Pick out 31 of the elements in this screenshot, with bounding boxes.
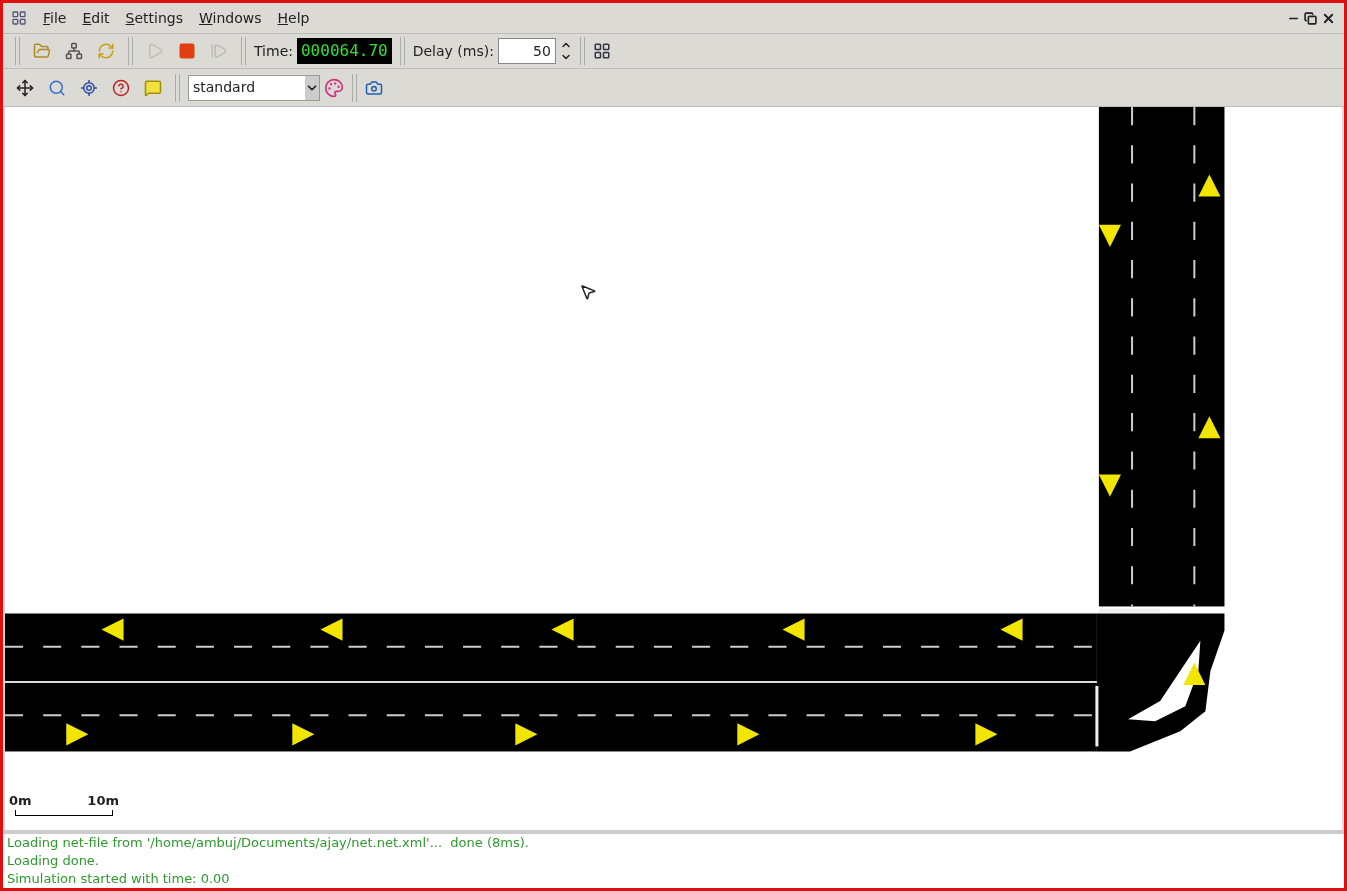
mouse-pointer-icon <box>579 283 597 301</box>
menu-item[interactable]: Windows <box>199 7 262 29</box>
log-line: Simulation started with time: 0.00 <box>7 870 231 888</box>
time-label: Time: <box>254 41 293 61</box>
question-icon <box>112 78 130 97</box>
network-icon <box>65 42 83 60</box>
step-icon <box>210 42 228 60</box>
delay-label: Delay (ms): <box>412 41 494 61</box>
log-line: Loading done. <box>7 852 100 870</box>
time-display: 000064.70 <box>297 38 392 64</box>
restore-icon[interactable] <box>1304 11 1317 25</box>
scale-label: 10m <box>87 791 119 810</box>
stop-icon <box>178 42 196 60</box>
search-icon <box>48 78 66 97</box>
locate-icon <box>80 78 98 97</box>
scheme-select[interactable]: standard <box>188 74 320 101</box>
move-icon <box>16 78 34 97</box>
open-folder-icon <box>33 42 51 60</box>
menu-item[interactable]: File <box>43 7 67 29</box>
play-icon <box>146 42 164 60</box>
log-line: Loading net-file from '/home/ambuj/Documents/ajay/net.net.xml'... done (8ms). <box>7 834 530 852</box>
camera-icon[interactable] <box>365 78 383 97</box>
dropdown-icon <box>305 75 319 100</box>
menu-item[interactable]: Settings <box>125 7 183 29</box>
menu-item[interactable]: Help <box>277 7 310 29</box>
delay-field[interactable]: 50 <box>497 38 556 64</box>
app-icon <box>11 10 27 26</box>
speech-bubble-icon <box>144 78 162 97</box>
reload-icon <box>97 42 115 60</box>
menu-item[interactable]: Edit <box>82 7 110 29</box>
scale-label: 0m <box>9 791 32 810</box>
